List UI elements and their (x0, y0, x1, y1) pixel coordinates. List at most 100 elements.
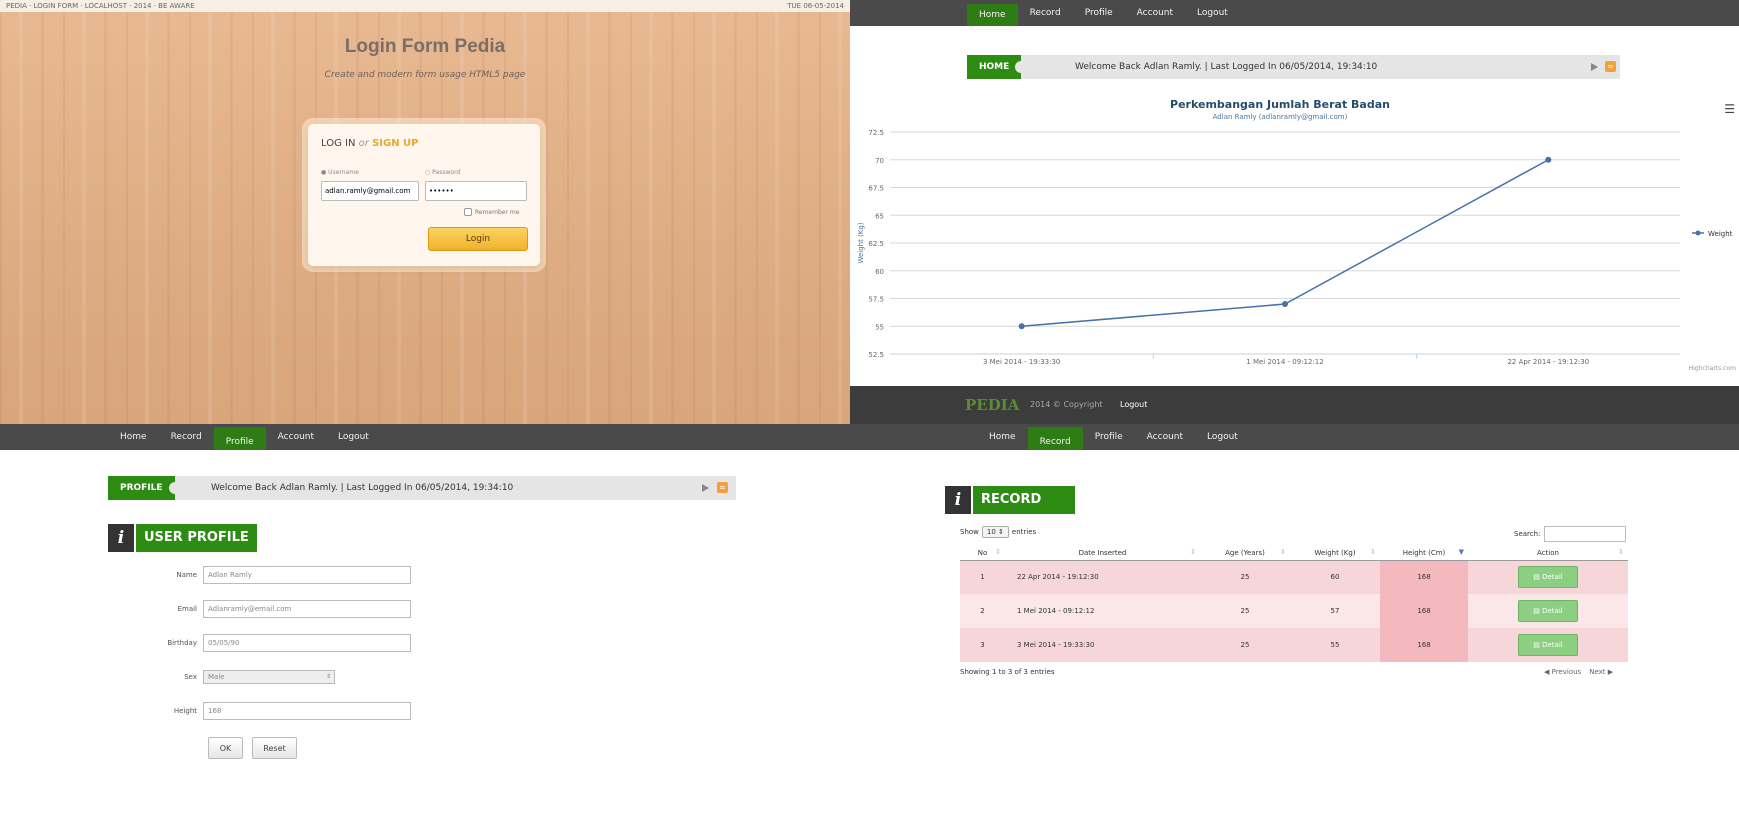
col-header[interactable]: Date Inserted ⇕ (1005, 546, 1200, 561)
rss-icon[interactable]: ≈ (1605, 61, 1616, 72)
section-title: USER PROFILE (136, 524, 257, 552)
login-button[interactable]: Login (428, 227, 528, 251)
nav-account[interactable]: Account (1125, 0, 1185, 26)
cell-weight: 55 (1290, 628, 1380, 662)
cell-date: 3 Mei 2014 - 19:33:30 (1005, 628, 1200, 662)
password-input[interactable] (425, 181, 527, 201)
cell-date: 22 Apr 2014 - 19:12:30 (1005, 560, 1200, 594)
top-strip-right: TUE 06-05-2014 (787, 2, 844, 10)
cell-action: ▤ Detail (1468, 560, 1628, 594)
birthday-field[interactable]: 05/05/90 (203, 634, 411, 652)
entries-select[interactable]: 10 ⇕ (981, 526, 1009, 538)
sex-row: Sex Male ⇕ (115, 668, 335, 686)
nav-logout[interactable]: Logout (1195, 424, 1250, 450)
sex-label: Sex (184, 673, 197, 681)
reset-button[interactable]: Reset (252, 737, 297, 759)
x-tick-label: 1 Mei 2014 - 09:12:12 (1246, 358, 1323, 366)
email-field[interactable]: Adlanramly@email.com (203, 600, 411, 618)
sort-icon: ⇕ (1618, 548, 1624, 556)
record-table: No ⇕ Date Inserted ⇕ Age (Years) ⇕ Weight (… (960, 546, 1628, 662)
lock-icon: ○ (425, 169, 431, 176)
previous-button[interactable]: ◀ Previous (1544, 668, 1581, 676)
navbar: Home Record Profile Account Logout (850, 0, 1739, 26)
footer-logout-link[interactable]: Logout (1120, 386, 1147, 424)
search-input[interactable] (1544, 526, 1627, 542)
name-row: Name Adlan Ramly (115, 566, 411, 584)
sort-icon: ⇕ (995, 548, 1001, 556)
table-row: 2 1 Mei 2014 - 09:12:12 25 57 168 ▤ Deta… (960, 594, 1628, 628)
col-header[interactable]: No ⇕ (960, 546, 1005, 561)
section-title: RECORD (973, 486, 1075, 514)
top-strip-left: PEDIA · LOGIN FORM · LOCALHOST · 2014 · … (6, 2, 195, 10)
nav-home[interactable]: Home (108, 424, 159, 450)
cell-age: 25 (1200, 628, 1290, 662)
remember-me[interactable]: Remember me (464, 208, 519, 216)
browser-top-strip: PEDIA · LOGIN FORM · LOCALHOST · 2014 · … (0, 0, 850, 12)
data-point (1545, 156, 1552, 163)
cell-no: 2 (960, 594, 1005, 628)
next-button[interactable]: Next ▶ (1589, 668, 1613, 676)
nav-record[interactable]: Record (159, 424, 214, 450)
nav-profile[interactable]: Profile (1083, 424, 1135, 450)
nav-home[interactable]: Home (977, 424, 1028, 450)
info-icon: i (108, 524, 134, 552)
play-icon[interactable] (1591, 63, 1598, 71)
y-tick-label: 60 (875, 268, 884, 276)
sort-icon: ⇕ (1370, 548, 1376, 556)
play-icon[interactable] (702, 484, 709, 492)
nav-profile[interactable]: Profile (1073, 0, 1125, 26)
col-header[interactable]: Age (Years) ⇕ (1200, 546, 1290, 561)
section-header: i USER PROFILE (108, 524, 257, 552)
y-tick-label: 62.5 (868, 240, 884, 248)
cell-age: 25 (1200, 594, 1290, 628)
cell-height: 168 (1380, 594, 1468, 628)
hamburger-icon[interactable]: ☰ (1724, 102, 1735, 116)
length-control: Show 10 ⇕ entries (960, 526, 1036, 538)
page-subtitle: Create and modern form usage HTML5 page (324, 70, 526, 80)
y-tick-label: 52.5 (868, 351, 884, 359)
detail-button[interactable]: ▤ Detail (1518, 600, 1578, 622)
remember-label: Remember me (475, 208, 520, 216)
y-tick-label: 57.5 (868, 296, 884, 304)
detail-button[interactable]: ▤ Detail (1518, 634, 1578, 656)
nav-record[interactable]: Record (1018, 0, 1073, 26)
nav-profile[interactable]: Profile (213, 424, 266, 450)
height-label: Height (173, 707, 197, 715)
chart-subtitle: Adlan Ramly (adlanramly@gmail.com) (1213, 113, 1348, 121)
col-header[interactable]: Height (Cm) ▼ (1380, 546, 1468, 561)
sex-select[interactable]: Male ⇕ (203, 670, 335, 684)
username-label: ● Username (321, 169, 359, 176)
login-heading-or: or (358, 138, 369, 149)
remember-checkbox[interactable] (464, 208, 472, 216)
table-row: 1 22 Apr 2014 - 19:12:30 25 60 168 ▤ Det… (960, 560, 1628, 594)
navbar: Home Record Profile Account Logout (0, 424, 870, 450)
rss-icon[interactable]: ≈ (717, 482, 728, 493)
name-label: Name (176, 571, 197, 579)
name-field[interactable]: Adlan Ramly (203, 566, 411, 584)
signup-link[interactable]: SIGN UP (372, 138, 418, 149)
cart-icon: ▤ (1533, 607, 1540, 615)
legend-label: Weight (1708, 230, 1733, 238)
home-screen: Home Record Profile Account Logout HOME … (850, 0, 1739, 424)
username-input[interactable] (321, 181, 419, 201)
nav-home[interactable]: Home (967, 4, 1018, 26)
sort-icon: ⇕ (1280, 548, 1286, 556)
x-tick-label: 22 Apr 2014 - 19:12:30 (1507, 358, 1589, 366)
chart-credits: Highcharts.com (1689, 365, 1736, 372)
birthday-label: Birthday (167, 639, 197, 647)
ok-button[interactable]: OK (208, 737, 243, 759)
email-row: Email Adlanramly@email.com (115, 600, 411, 618)
nav-account[interactable]: Account (266, 424, 326, 450)
email-label: Email (177, 605, 197, 613)
cell-no: 3 (960, 628, 1005, 662)
nav-logout[interactable]: Logout (326, 424, 381, 450)
detail-button[interactable]: ▤ Detail (1518, 566, 1578, 589)
show-label: Show (960, 528, 979, 536)
login-heading-login: LOG IN (321, 138, 356, 149)
nav-account[interactable]: Account (1135, 424, 1195, 450)
nav-logout[interactable]: Logout (1185, 0, 1240, 26)
nav-record[interactable]: Record (1027, 424, 1083, 450)
col-header[interactable]: Action ⇕ (1468, 546, 1628, 561)
height-field[interactable]: 168 (203, 702, 411, 720)
col-header[interactable]: Weight (Kg) ⇕ (1290, 546, 1380, 561)
